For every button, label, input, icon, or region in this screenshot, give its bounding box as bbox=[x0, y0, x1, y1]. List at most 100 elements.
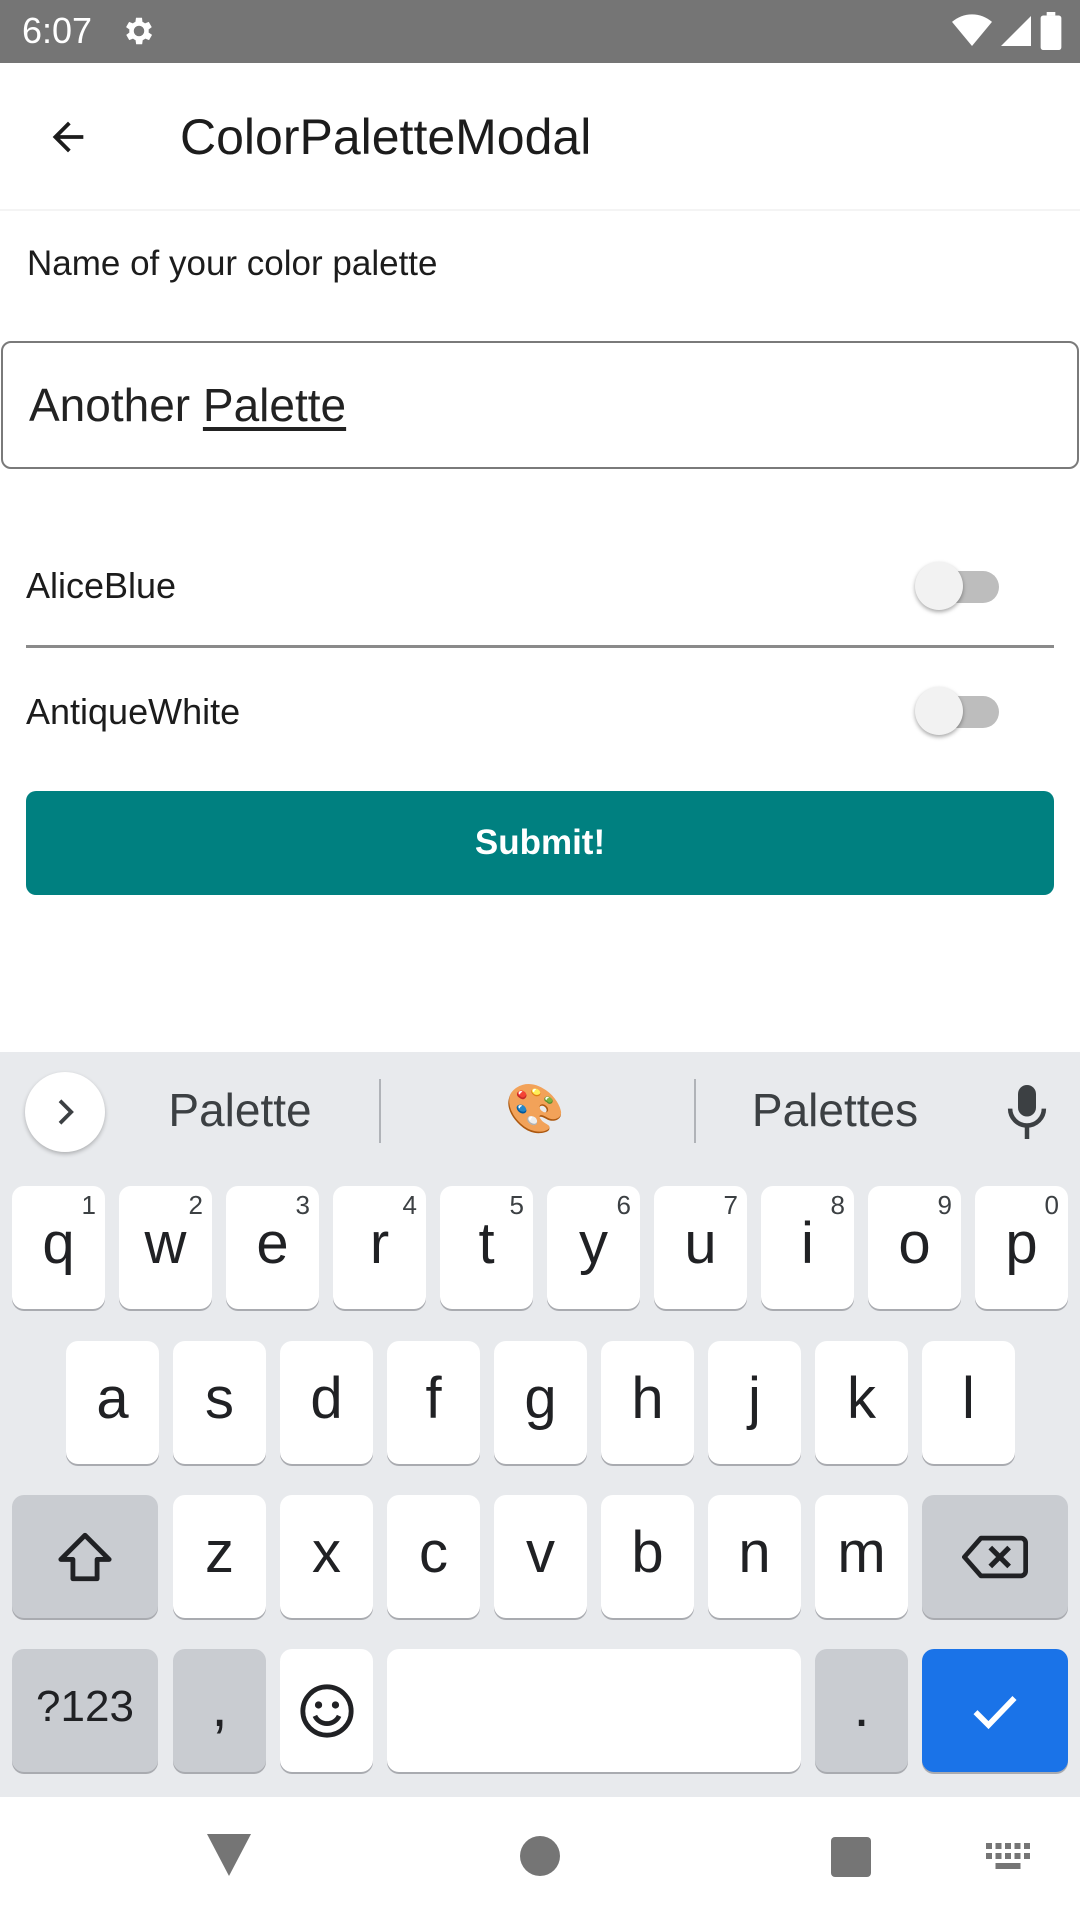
key-hint: 9 bbox=[937, 1190, 952, 1220]
suggestion-divider bbox=[379, 1079, 381, 1143]
smiley-face-icon bbox=[299, 1683, 354, 1738]
key-hint: 7 bbox=[723, 1190, 738, 1220]
key-hint: 0 bbox=[1044, 1190, 1059, 1220]
back-button[interactable] bbox=[36, 105, 100, 169]
soft-keyboard: Palette 🎨 Palettes 1q 2w 3e 4r 5t 6y 7u … bbox=[0, 1052, 1080, 1797]
key-i[interactable]: 8i bbox=[761, 1186, 854, 1309]
key-hint: 8 bbox=[830, 1190, 845, 1220]
period-key[interactable]: . bbox=[815, 1649, 908, 1772]
nav-home-circle-icon[interactable] bbox=[520, 1836, 560, 1876]
color-option-label-antiquewhite: AntiqueWhite bbox=[26, 691, 241, 732]
key-r[interactable]: 4r bbox=[333, 1186, 426, 1309]
key-v[interactable]: v bbox=[494, 1495, 587, 1618]
key-label: v bbox=[526, 1520, 555, 1585]
switch-thumb bbox=[915, 687, 963, 735]
row-divider bbox=[26, 645, 1054, 648]
nav-back-triangle-icon[interactable] bbox=[207, 1834, 251, 1876]
key-label: k bbox=[847, 1366, 876, 1431]
key-hint: 2 bbox=[188, 1190, 203, 1220]
key-y[interactable]: 6y bbox=[547, 1186, 640, 1309]
key-l[interactable]: l bbox=[922, 1341, 1015, 1464]
cell-signal-icon bbox=[1001, 16, 1031, 46]
emoji-key[interactable] bbox=[280, 1649, 373, 1772]
space-key[interactable] bbox=[387, 1649, 801, 1772]
key-p[interactable]: 0p bbox=[975, 1186, 1068, 1309]
key-z[interactable]: z bbox=[173, 1495, 266, 1618]
wifi-icon bbox=[952, 14, 992, 47]
key-label: n bbox=[738, 1520, 771, 1585]
key-hint: 3 bbox=[295, 1190, 310, 1220]
battery-icon bbox=[1040, 12, 1062, 50]
suggestion-3[interactable]: Palettes bbox=[740, 1080, 930, 1140]
key-o[interactable]: 9o bbox=[868, 1186, 961, 1309]
key-label: s bbox=[205, 1366, 234, 1431]
palette-name-input[interactable]: Another Palette bbox=[1, 341, 1079, 469]
key-a[interactable]: a bbox=[66, 1341, 159, 1464]
suggestion-2-palette-emoji[interactable]: 🎨 bbox=[480, 1080, 590, 1140]
key-label: w bbox=[144, 1211, 187, 1276]
key-label: r bbox=[369, 1211, 390, 1276]
color-toggle-antiquewhite[interactable] bbox=[915, 685, 1001, 735]
key-label: y bbox=[579, 1211, 608, 1276]
key-label: ?123 bbox=[36, 1681, 134, 1731]
key-b[interactable]: b bbox=[601, 1495, 694, 1618]
submit-button[interactable]: Submit! bbox=[26, 791, 1054, 895]
arrow-back-icon bbox=[52, 121, 84, 153]
key-x[interactable]: x bbox=[280, 1495, 373, 1618]
microphone-icon[interactable] bbox=[1000, 1082, 1054, 1142]
key-w[interactable]: 2w bbox=[119, 1186, 212, 1309]
comma-key[interactable]: , bbox=[173, 1649, 266, 1772]
key-j[interactable]: j bbox=[708, 1341, 801, 1464]
keyboard-switch-icon[interactable] bbox=[986, 1843, 1030, 1871]
suggestion-strip: Palette 🎨 Palettes bbox=[0, 1052, 1080, 1170]
palette-name-label: Name of your color palette bbox=[27, 244, 438, 283]
key-label: , bbox=[211, 1674, 228, 1739]
settings-gear-icon bbox=[126, 17, 153, 45]
checkmark-icon bbox=[973, 1695, 1017, 1729]
key-c[interactable]: c bbox=[387, 1495, 480, 1618]
key-e[interactable]: 3e bbox=[226, 1186, 319, 1309]
suggestion-divider bbox=[694, 1079, 696, 1143]
key-label: j bbox=[748, 1366, 761, 1431]
page-title: ColorPaletteModal bbox=[180, 109, 592, 165]
key-g[interactable]: g bbox=[494, 1341, 587, 1464]
key-u[interactable]: 7u bbox=[654, 1186, 747, 1309]
key-label: g bbox=[524, 1366, 557, 1431]
key-label: m bbox=[837, 1520, 886, 1585]
key-label: d bbox=[310, 1366, 343, 1431]
color-toggle-aliceblue[interactable] bbox=[915, 560, 1001, 610]
key-hint: 6 bbox=[616, 1190, 631, 1220]
shift-key[interactable] bbox=[12, 1495, 158, 1618]
suggestion-1[interactable]: Palette bbox=[150, 1080, 330, 1140]
key-label: x bbox=[312, 1520, 341, 1585]
key-d[interactable]: d bbox=[280, 1341, 373, 1464]
key-label: h bbox=[631, 1366, 664, 1431]
key-q[interactable]: 1q bbox=[12, 1186, 105, 1309]
nav-recents-square-icon[interactable] bbox=[831, 1837, 871, 1877]
key-label: p bbox=[1005, 1211, 1038, 1276]
status-time: 6:07 bbox=[22, 10, 93, 51]
key-t[interactable]: 5t bbox=[440, 1186, 533, 1309]
symbols-key[interactable]: ?123 bbox=[12, 1649, 158, 1772]
switch-thumb bbox=[915, 562, 963, 610]
key-h[interactable]: h bbox=[601, 1341, 694, 1464]
system-nav-bar bbox=[0, 1797, 1080, 1920]
key-n[interactable]: n bbox=[708, 1495, 801, 1618]
backspace-key[interactable] bbox=[922, 1495, 1068, 1618]
input-text-word-1: Another bbox=[29, 379, 191, 431]
enter-done-key[interactable] bbox=[922, 1649, 1068, 1772]
key-hint: 5 bbox=[509, 1190, 524, 1220]
key-label: c bbox=[419, 1520, 448, 1585]
key-k[interactable]: k bbox=[815, 1341, 908, 1464]
key-label: t bbox=[478, 1211, 495, 1276]
key-label: u bbox=[684, 1211, 717, 1276]
key-label: a bbox=[96, 1366, 129, 1431]
keyboard-expand-button[interactable] bbox=[25, 1072, 105, 1152]
key-label: q bbox=[42, 1211, 75, 1276]
key-m[interactable]: m bbox=[815, 1495, 908, 1618]
key-label: f bbox=[425, 1366, 442, 1431]
key-f[interactable]: f bbox=[387, 1341, 480, 1464]
key-s[interactable]: s bbox=[173, 1341, 266, 1464]
key-label: i bbox=[801, 1211, 814, 1276]
key-hint: 4 bbox=[402, 1190, 417, 1220]
